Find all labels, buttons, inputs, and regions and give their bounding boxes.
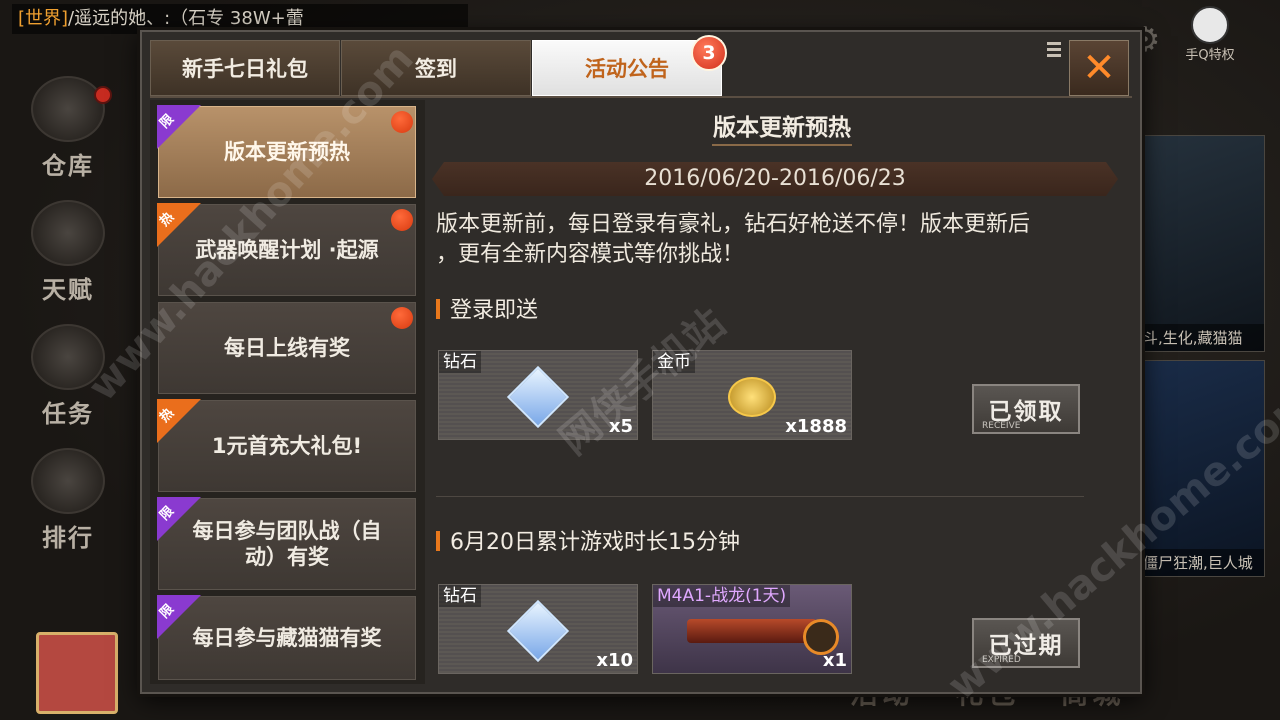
qq-penguin-icon — [1191, 6, 1229, 44]
nav-label: 天赋 — [42, 276, 94, 304]
event-label: 1元首充大礼包! — [211, 434, 363, 458]
menu-lines-icon — [1047, 42, 1061, 60]
diamond-icon — [506, 365, 570, 428]
tab-announcements[interactable]: 活动公告 3 — [532, 35, 727, 96]
nav-mission[interactable]: 任务 — [18, 324, 118, 434]
section-heading-login: 登录即送 — [436, 292, 538, 324]
reward-name: M4A1-战龙(1天) — [653, 585, 791, 607]
nav-ranking[interactable]: 排行 — [18, 448, 118, 558]
reward-quantity: x10 — [596, 650, 633, 671]
nav-label: 任务 — [42, 400, 94, 428]
title-underline — [712, 144, 852, 146]
event-detail-panel[interactable]: 版本更新预热 2016/06/20-2016/06/23 版本更新前，每日登录有… — [432, 100, 1132, 684]
tab-count-badge: 3 — [691, 35, 727, 71]
notification-dot — [94, 86, 112, 104]
nav-talent[interactable]: 天赋 — [18, 200, 118, 310]
event-list[interactable]: 限 版本更新预热 热 武器唤醒计划 ·起源 每日上线有奖 热 1元首充大礼包! … — [150, 100, 425, 684]
mission-icon — [31, 324, 105, 390]
nav-label: 排行 — [42, 524, 94, 552]
status-sublabel: RECEIVE — [982, 421, 1021, 431]
chat-tail: 38W+蕾 — [229, 8, 304, 29]
new-dot — [391, 209, 413, 231]
left-nav: 仓库 天赋 任务 排行 — [18, 70, 118, 572]
event-label: 版本更新预热 — [224, 140, 350, 164]
nav-label: 仓库 — [42, 152, 94, 180]
event-item-version-preheat[interactable]: 限 版本更新预热 — [157, 105, 416, 198]
event-description: 版本更新前，每日登录有豪礼，钻石好枪送不停！版本更新后 ，更有全新内容模式等你挑… — [436, 210, 1116, 270]
expired-status-button[interactable]: 已过期 EXPIRED — [972, 618, 1080, 668]
qq-privilege-button[interactable]: 手Q特权 — [1180, 6, 1240, 63]
event-item-hide-and-seek[interactable]: 限 每日参与藏猫猫有奖 — [157, 595, 416, 680]
section-divider — [436, 496, 1084, 497]
reward-slot-diamond[interactable]: 钻石 x5 — [438, 350, 638, 440]
rifle-icon — [687, 618, 817, 643]
tab-label: 活动公告 — [585, 57, 669, 81]
warehouse-icon — [31, 76, 105, 142]
promo-caption: 斗,生化,藏猫猫 — [1139, 324, 1264, 351]
event-item-weapon-awaken[interactable]: 热 武器唤醒计划 ·起源 — [157, 203, 416, 296]
tab-label: 签到 — [415, 57, 457, 81]
event-item-first-recharge[interactable]: 热 1元首充大礼包! — [157, 399, 416, 492]
new-dot — [391, 111, 413, 133]
received-status-button[interactable]: 已领取 RECEIVE — [972, 384, 1080, 434]
right-promo-column: 斗,生化,藏猫猫 僵尸狂潮,巨人城 — [1138, 135, 1265, 655]
tab-newbie-gift[interactable]: 新手七日礼包 — [150, 40, 340, 96]
reward-name: 钻石 — [439, 585, 481, 607]
event-label: 每日上线有奖 — [224, 336, 350, 360]
ranking-icon — [31, 448, 105, 514]
new-dot — [391, 307, 413, 329]
event-item-daily-login[interactable]: 每日上线有奖 — [158, 302, 416, 394]
gold-coins-icon — [728, 376, 776, 417]
reward-slot-weapon[interactable]: M4A1-战龙(1天) x1 — [652, 584, 852, 674]
promo-caption: 僵尸狂潮,巨人城 — [1139, 549, 1264, 576]
chat-message: /遥远的她、:（石专 — [68, 8, 225, 29]
tab-divider — [150, 96, 1132, 98]
reward-quantity: x1 — [822, 650, 847, 671]
reward-name: 金币 — [653, 351, 695, 373]
diamond-icon — [506, 599, 570, 662]
chat-channel: [世界] — [18, 8, 69, 29]
reward-slot-gold[interactable]: 金币 x1888 — [652, 350, 852, 440]
description-line: 版本更新前，每日登录有豪礼，钻石好枪送不停！版本更新后 — [436, 212, 1031, 237]
close-button[interactable]: ✕ — [1069, 40, 1129, 96]
description-line: ，更有全新内容模式等你挑战！ — [436, 242, 745, 267]
promo-card-modes[interactable]: 斗,生化,藏猫猫 — [1138, 135, 1265, 352]
reward-slot-diamond[interactable]: 钻石 x10 — [438, 584, 638, 674]
dialog-tabs: 新手七日礼包 签到 活动公告 3 — [150, 35, 727, 96]
reward-quantity: x5 — [608, 416, 633, 437]
tab-label: 新手七日礼包 — [182, 57, 308, 81]
promo-card-zombie[interactable]: 僵尸狂潮,巨人城 — [1138, 360, 1265, 577]
event-dialog: 新手七日礼包 签到 活动公告 3 ✕ 限 版本更新预热 热 武器唤醒计划 ·起源… — [140, 30, 1142, 694]
date-range-banner: 2016/06/20-2016/06/23 — [432, 162, 1118, 196]
detail-title: 版本更新预热 — [713, 115, 851, 141]
reward-name: 钻石 — [439, 351, 481, 373]
event-label: 每日参与藏猫猫有奖 — [192, 626, 382, 650]
status-sublabel: EXPIRED — [982, 655, 1021, 665]
event-item-team-battle[interactable]: 限 每日参与团队战（自动）有奖 — [157, 497, 416, 590]
event-label: 武器唤醒计划 ·起源 — [195, 238, 379, 262]
player-avatar[interactable] — [36, 632, 118, 714]
tab-sign-in[interactable]: 签到 — [341, 40, 531, 96]
talent-icon — [31, 200, 105, 266]
qq-privilege-label: 手Q特权 — [1185, 48, 1235, 63]
section-heading-playtime: 6月20日累计游戏时长15分钟 — [436, 524, 740, 556]
reward-quantity: x1888 — [785, 416, 847, 437]
event-label: 每日参与团队战（自动）有奖 — [192, 519, 382, 569]
nav-warehouse[interactable]: 仓库 — [18, 76, 118, 186]
